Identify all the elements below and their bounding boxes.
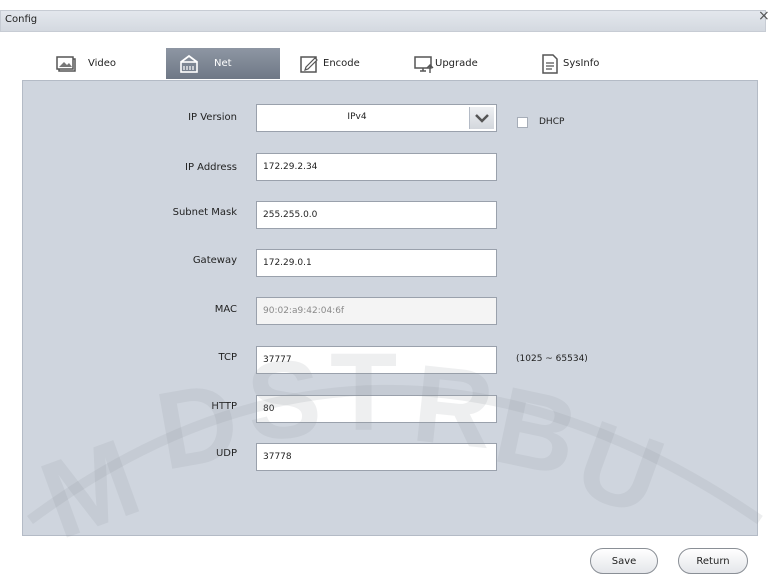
tab-sysinfo-label: SysInfo — [563, 58, 600, 69]
title-bar: Config × — [0, 0, 771, 34]
image-icon — [56, 54, 78, 74]
tab-encode-label: Encode — [323, 58, 360, 69]
subnet-mask-input[interactable]: 255.255.0.0 — [256, 201, 497, 229]
ip-version-select[interactable]: IPv4 — [256, 104, 497, 132]
udp-port-input[interactable]: 37778 — [256, 443, 497, 471]
monitor-upgrade-icon — [413, 54, 435, 74]
tab-bar: Video Net Encode Upgrade SysInfo — [0, 34, 771, 84]
mac-input: 90:02:a9:42:04:6f — [256, 297, 497, 325]
gateway-label: Gateway — [192, 255, 237, 266]
gateway-input[interactable]: 172.29.0.1 — [256, 249, 497, 277]
ip-version-value: IPv4 — [347, 112, 367, 122]
close-icon[interactable]: × — [758, 8, 770, 24]
save-button[interactable]: Save — [590, 548, 658, 574]
tab-upgrade[interactable]: Upgrade — [413, 48, 503, 79]
title-bar-background — [0, 10, 766, 32]
http-label: HTTP — [211, 401, 237, 412]
dhcp-checkbox[interactable] — [517, 117, 528, 128]
return-button[interactable]: Return — [678, 548, 748, 574]
tab-upgrade-label: Upgrade — [435, 58, 478, 69]
network-icon — [178, 54, 200, 74]
dhcp-label: DHCP — [539, 117, 565, 127]
udp-label: UDP — [215, 448, 237, 459]
tcp-range-hint: (1025 ~ 65534) — [516, 354, 588, 364]
chevron-down-icon[interactable] — [469, 107, 494, 129]
tab-net[interactable]: Net — [166, 48, 280, 79]
window-title: Config — [5, 14, 38, 25]
tab-video[interactable]: Video — [56, 48, 146, 79]
subnet-mask-label: Subnet Mask — [172, 207, 237, 218]
ip-address-input[interactable]: 172.29.2.34 — [256, 153, 497, 181]
document-icon — [539, 53, 561, 74]
ip-version-label: IP Version — [188, 112, 237, 123]
tcp-port-input[interactable]: 37777 — [256, 346, 497, 374]
tab-video-label: Video — [88, 58, 117, 69]
ip-address-label: IP Address — [185, 162, 237, 173]
edit-icon — [299, 54, 321, 74]
tab-net-label: Net — [214, 58, 232, 69]
tab-encode[interactable]: Encode — [299, 48, 384, 79]
http-port-input[interactable]: 80 — [256, 395, 497, 423]
tcp-label: TCP — [218, 352, 237, 363]
mac-label: MAC — [214, 304, 237, 315]
tab-sysinfo[interactable]: SysInfo — [539, 48, 619, 79]
